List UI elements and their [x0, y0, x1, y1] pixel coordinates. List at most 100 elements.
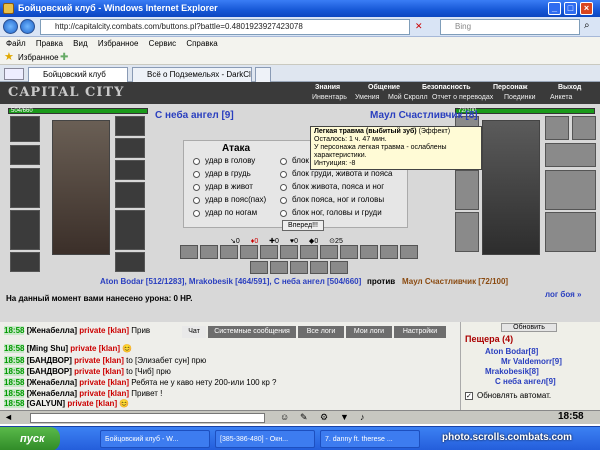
skill-button-15[interactable]	[290, 261, 308, 274]
chat-input[interactable]	[30, 413, 265, 423]
maximize-button[interactable]: □	[564, 2, 577, 15]
tab-fight-club[interactable]: Бойцовский клуб	[28, 67, 128, 82]
tab-chat[interactable]: Чат	[182, 326, 206, 338]
ring-slot[interactable]	[115, 160, 145, 180]
forward-button[interactable]: Вперед!!!	[282, 220, 324, 231]
enemy-ring-slot[interactable]	[545, 116, 569, 140]
room-member[interactable]: Aton Bodar[8]	[485, 347, 538, 356]
skill-button-17[interactable]	[330, 261, 348, 274]
nav-knowledge[interactable]: Знания	[315, 84, 340, 91]
enemy-weapon-slot[interactable]	[455, 170, 479, 210]
nav-transfer-report[interactable]: Отчет о переводах	[432, 94, 493, 101]
minimize-button[interactable]: _	[548, 2, 561, 15]
taskbar-item-fight-club[interactable]: Бойцовский клуб - W...	[100, 430, 210, 448]
boots-slot[interactable]	[115, 252, 145, 272]
attack-legs-radio[interactable]	[193, 210, 200, 217]
enemy-shield-slot[interactable]	[545, 170, 596, 210]
battle-log-link[interactable]: лог боя »	[545, 290, 581, 299]
quick-tabs-icon[interactable]	[4, 68, 24, 80]
room-member[interactable]: Mr Valdemorr[9]	[501, 357, 562, 366]
search-icon[interactable]: ⌕	[584, 20, 590, 31]
weapon-slot[interactable]	[10, 168, 40, 208]
tab-dungeons[interactable]: Всё о Подземельях - DarkCl...	[132, 67, 252, 82]
tab-settings[interactable]: Настройки	[394, 326, 446, 338]
block-1-radio[interactable]	[280, 158, 287, 165]
block-3-radio[interactable]	[280, 184, 287, 191]
team-left[interactable]: Aton Bodar [512/1283], Mrakobesik [464/5…	[100, 276, 361, 288]
tab-all-logs[interactable]: Все логи	[298, 326, 344, 338]
skill-button-16[interactable]	[310, 261, 328, 274]
earring-slot[interactable]	[115, 116, 145, 136]
skill-button-4[interactable]	[240, 245, 258, 259]
sound-icon[interactable]: ♪	[360, 412, 365, 422]
skill-button-14[interactable]	[270, 261, 288, 274]
nav-my-scroll[interactable]: Мой Скролл	[388, 94, 428, 101]
nav-character[interactable]: Персонаж	[493, 84, 527, 91]
skill-button-8[interactable]	[320, 245, 338, 259]
block-5-radio[interactable]	[280, 210, 287, 217]
skill-button-3[interactable]	[220, 245, 238, 259]
close-button[interactable]: ×	[580, 2, 593, 15]
gloves-slot[interactable]	[115, 182, 145, 208]
menu-tools[interactable]: Сервис	[149, 39, 176, 48]
room-member[interactable]: Mrakobesik[8]	[485, 367, 539, 376]
nav-security[interactable]: Безопасность	[422, 84, 471, 91]
skill-button-1[interactable]	[180, 245, 198, 259]
enemy-avatar[interactable]	[482, 120, 540, 255]
menu-favorites[interactable]: Избранное	[98, 39, 139, 48]
skill-button-11[interactable]	[380, 245, 398, 259]
enemy-ring-slot-2[interactable]	[572, 116, 596, 140]
favorites-label[interactable]: Избранное	[18, 50, 59, 65]
menu-file[interactable]: Файл	[6, 39, 26, 48]
search-input[interactable]: Bing	[440, 19, 580, 35]
menu-edit[interactable]: Правка	[36, 39, 63, 48]
armor-slot[interactable]	[10, 210, 40, 250]
add-favorite-icon[interactable]: ✚	[60, 50, 68, 65]
start-button[interactable]: пуск	[0, 427, 60, 450]
menu-view[interactable]: Вид	[73, 39, 87, 48]
skill-button-7[interactable]	[300, 245, 318, 259]
helmet-slot[interactable]	[10, 116, 40, 142]
block-2-radio[interactable]	[280, 171, 287, 178]
nav-battles[interactable]: Поединки	[504, 94, 536, 101]
new-tab-button[interactable]	[255, 67, 271, 82]
attack-groin-radio[interactable]	[193, 197, 200, 204]
player-name[interactable]: С неба ангел [9]	[155, 110, 234, 121]
skill-button-2[interactable]	[200, 245, 218, 259]
nav-inventory[interactable]: Инвентарь	[312, 94, 347, 101]
nav-exit[interactable]: Выход	[558, 84, 581, 91]
room-member[interactable]: С неба ангел[9]	[495, 377, 556, 386]
enemy-boots-slot[interactable]	[545, 212, 596, 252]
url-input[interactable]: http://capitalcity.combats.com/buttons.p…	[40, 19, 410, 35]
necklace-slot[interactable]	[115, 138, 145, 158]
smiley-icon[interactable]: ☺	[280, 412, 289, 422]
nav-profile[interactable]: Анкета	[550, 94, 572, 101]
attack-chest-radio[interactable]	[193, 171, 200, 178]
taskbar-item-music[interactable]: 7. danny ft. therese ...	[320, 430, 420, 448]
clear-icon[interactable]: ✎	[300, 412, 308, 423]
attack-head-radio[interactable]	[193, 158, 200, 165]
refresh-button[interactable]: Обновить	[501, 323, 557, 332]
auto-update-checkbox[interactable]: ✓	[465, 392, 473, 400]
forward-icon[interactable]	[20, 19, 35, 34]
player-avatar[interactable]	[52, 120, 110, 255]
enemy-gloves-slot[interactable]	[545, 143, 596, 167]
tab-system-messages[interactable]: Системные сообщения	[208, 326, 296, 338]
block-4-radio[interactable]	[280, 197, 287, 204]
shield-slot[interactable]	[115, 210, 145, 250]
skill-button-9[interactable]	[340, 245, 358, 259]
skill-button-12[interactable]	[400, 245, 418, 259]
skill-button-5[interactable]	[260, 245, 278, 259]
belt-slot[interactable]	[10, 252, 40, 272]
menu-help[interactable]: Справка	[186, 39, 217, 48]
skill-button-10[interactable]	[360, 245, 378, 259]
taskbar-item-window[interactable]: [385-386-480] - Окн...	[215, 430, 315, 448]
stop-icon[interactable]: ✕	[415, 21, 423, 32]
settings-icon[interactable]: ⚙	[320, 412, 328, 423]
skill-button-13[interactable]	[250, 261, 268, 274]
back-icon[interactable]	[3, 19, 18, 34]
scroll-left-icon[interactable]: ◄	[4, 412, 13, 422]
nav-skills[interactable]: Умения	[355, 94, 379, 101]
enemy-name[interactable]: Маул Счастливчик [8]	[370, 110, 478, 121]
filter-icon[interactable]: ▼	[340, 412, 349, 422]
